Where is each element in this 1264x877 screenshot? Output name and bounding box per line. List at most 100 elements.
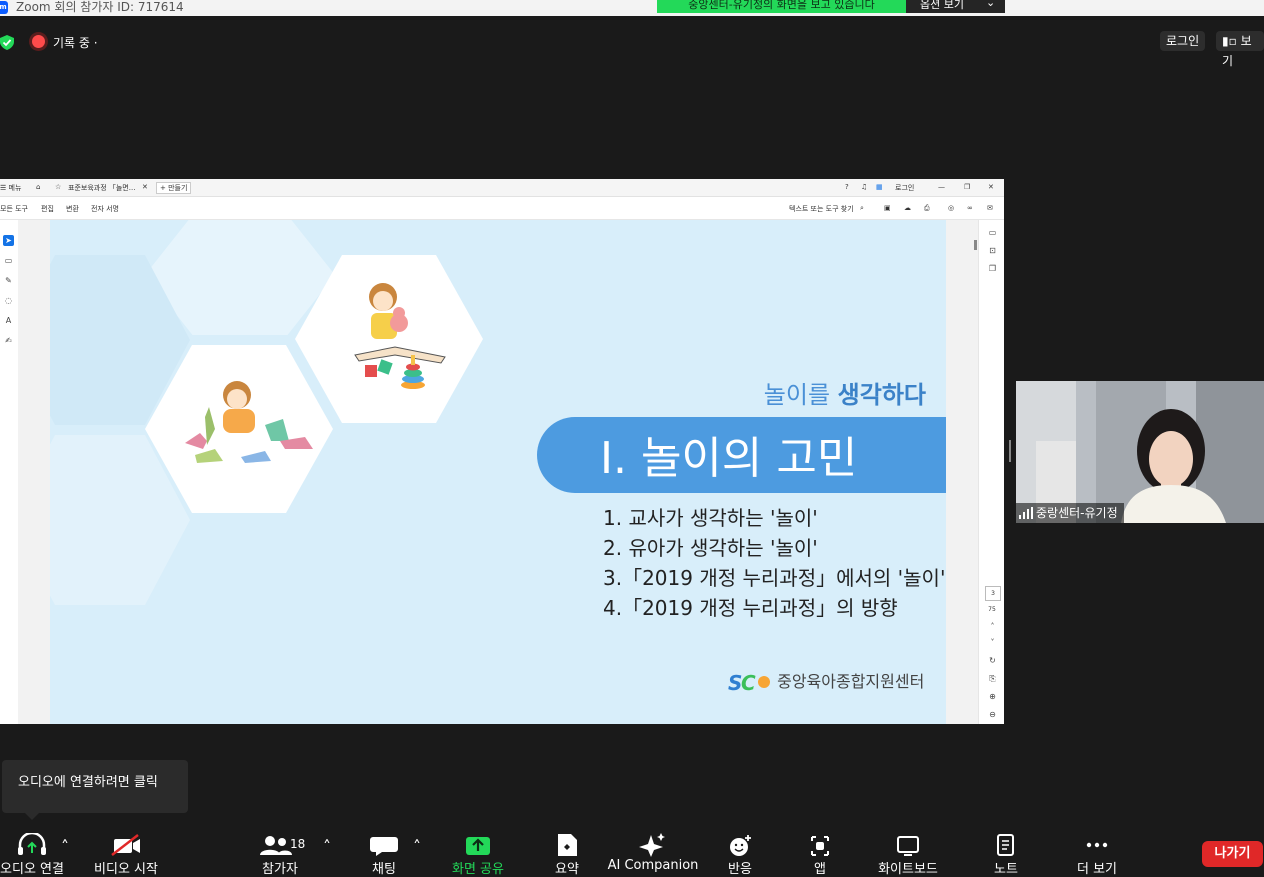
home-icon[interactable]: ⌂ [36, 183, 40, 191]
fit-page-icon[interactable]: ⎘ [987, 674, 998, 684]
share-screen-icon [466, 837, 490, 855]
cloud-upload-icon[interactable]: ☁ [904, 204, 911, 212]
viewer-scrollbar[interactable] [946, 220, 978, 724]
view-options-label: 옵션 보기 [920, 0, 964, 11]
bookmark-panel-icon[interactable]: ⊡ [987, 246, 998, 255]
link-icon[interactable]: ∞ [967, 204, 973, 212]
participants-icon [260, 836, 292, 855]
participants-options-caret[interactable]: ˄ [323, 837, 331, 856]
more-label: 더 보기 [1076, 862, 1117, 877]
chevron-down-icon: ⌄ [986, 0, 996, 9]
recording-label[interactable]: 기록 중 · [53, 34, 98, 51]
participant-video [1016, 381, 1264, 523]
zoom-out-icon[interactable]: ⊖ [987, 710, 998, 719]
svg-text:C: C [741, 672, 756, 694]
apps-icon [811, 836, 829, 856]
viewer-left-toolbar: ➤ ▭ ✎ ◌ A ✍ [0, 220, 19, 724]
agenda-item: 2. 유아가 생각하는 '놀이' [603, 536, 818, 560]
viewer-menu-button[interactable]: ☰ 메뉴 [0, 183, 21, 193]
zoom-in-icon[interactable]: ⊕ [987, 692, 998, 701]
ai-assistant-icon[interactable]: ◎ [948, 204, 954, 212]
viewer-login-button[interactable]: 로그인 [895, 183, 914, 193]
window-title-bar: zm Zoom 회의 참가자 ID: 717614 [0, 0, 1264, 16]
comment-tool-icon[interactable]: ▭ [3, 255, 14, 266]
chat-options-caret[interactable]: ˄ [413, 837, 421, 856]
agenda-item: 4.「2019 개정 누리과정」의 방향 [603, 596, 898, 620]
org-logo: S C 중앙육아종합지원센터 [728, 668, 925, 695]
participant-count: 18 [290, 837, 306, 851]
help-icon[interactable]: ? [845, 183, 849, 191]
participant-name-label: 중랑센터-유기정 [1016, 503, 1124, 523]
viewer-right-rail: ▭ ⊡ ❐ 3 75 ˄ ˅ ↻ ⎘ ⊕ ⊖ [978, 220, 1004, 724]
notes-icon [997, 834, 1014, 856]
video-label: 비디오 시작 [94, 862, 158, 877]
viewer-tab-bar: ☰ 메뉴 ⌂ ☆ 표준보육과정 「놀면... ✕ + 만들기 ? ♫ ▦ 로그인… [0, 179, 1004, 197]
participant-name: 중랑센터-유기정 [1036, 506, 1118, 520]
close-window-icon[interactable]: ✕ [988, 183, 994, 191]
zoom-logo-icon: zm [0, 1, 8, 14]
bell-icon[interactable]: ♫ [861, 183, 867, 191]
page-up-icon[interactable]: ˄ [987, 622, 998, 631]
menu-all-tools[interactable]: 모든 도구 [0, 204, 28, 214]
sign-tool-icon[interactable]: ✍ [3, 335, 14, 346]
find-tool-search[interactable]: 텍스트 또는 도구 찾기 [789, 204, 854, 214]
screen-share-banner: 중앙센터-유기정의 화면을 보고 있습니다 옵션 보기 ⌄ [657, 0, 1005, 13]
whiteboard-icon [897, 836, 919, 856]
audio-tooltip: 오디오에 연결하려면 클릭 [2, 760, 188, 820]
apps-grid-icon[interactable]: ▦ [876, 183, 883, 191]
mail-icon[interactable]: ✉ [987, 204, 993, 212]
share-banner-message: 중앙센터-유기정의 화면을 보고 있습니다 [657, 0, 906, 13]
page-number-box[interactable]: 3 [985, 586, 1001, 601]
view-options-button[interactable]: 옵션 보기 ⌄ [906, 0, 1005, 13]
close-tab-icon[interactable]: ✕ [142, 183, 148, 191]
window-title: Zoom 회의 참가자 ID: 717614 [16, 0, 184, 14]
org-logo-text: 중앙육아종합지원센터 [777, 672, 925, 691]
meeting-toolbar: 오디오 연결 ˄ 비디오 시작 18 참가자 ˄ 채팅 ˄ 화면 공유 요약 A… [0, 823, 1264, 877]
video-button[interactable]: 비디오 시작 [76, 823, 176, 877]
viewer-gutter [18, 220, 50, 724]
text-tool-icon[interactable]: A [3, 315, 14, 326]
participant-video-tile[interactable]: 중랑센터-유기정 [1016, 381, 1264, 523]
refresh-icon[interactable]: ↻ [987, 656, 998, 665]
view-button[interactable]: ▮▫ 보기 [1216, 31, 1264, 68]
restore-icon[interactable]: ❐ [964, 183, 970, 191]
minimize-icon[interactable]: — [938, 183, 945, 191]
agenda-item: 3.「2019 개정 누리과정」에서의 '놀이' [603, 566, 946, 590]
agenda-list: 1. 교사가 생각하는 '놀이' 2. 유아가 생각하는 '놀이' 3.「201… [603, 503, 945, 623]
select-tool-icon[interactable]: ➤ [3, 235, 14, 246]
encryption-shield-icon[interactable] [0, 35, 14, 50]
agenda-item: 1. 교사가 생각하는 '놀이' [603, 506, 818, 530]
recording-icon[interactable] [32, 35, 45, 48]
star-icon[interactable]: ☆ [55, 183, 61, 191]
document-tab[interactable]: 표준보육과정 「놀면... [68, 183, 135, 193]
org-logo-icon: S C [728, 671, 770, 695]
viewer-menu-bar: 모든 도구 편집 변환 전자 서명 텍스트 또는 도구 찾기 ⌕ ▣ ☁ ⎙ ◎… [0, 197, 1004, 220]
video-off-icon [111, 834, 140, 856]
menu-convert[interactable]: 변환 [66, 204, 79, 214]
view-grid-icon: ▮▫ [1222, 34, 1237, 48]
new-tab-button[interactable]: + 만들기 [156, 182, 192, 194]
print-icon[interactable]: ⎙ [924, 204, 930, 213]
signal-strength-icon [1019, 507, 1033, 519]
chapter-title: Ⅰ. 놀이의 고민 [600, 433, 858, 484]
leave-meeting-button[interactable]: 나가기 [1202, 841, 1263, 867]
login-button[interactable]: 로그인 [1160, 31, 1206, 51]
save-icon[interactable]: ▣ [884, 204, 891, 212]
menu-edit[interactable]: 편집 [41, 204, 54, 214]
pages-panel-icon[interactable]: ❐ [987, 264, 998, 273]
slide-subtitle: 놀이를 생각하다 [764, 375, 926, 410]
pen-tool-icon[interactable]: ✎ [3, 275, 14, 286]
slide-subtitle-plain: 놀이를 [763, 381, 838, 409]
headphone-icon [18, 833, 46, 855]
menu-esign[interactable]: 전자 서명 [91, 204, 119, 214]
panel-resize-handle[interactable] [1009, 440, 1011, 462]
comment-panel-icon[interactable]: ▭ [987, 228, 998, 237]
scrollbar-thumb[interactable] [974, 240, 977, 250]
more-button[interactable]: 더 보기 [1047, 823, 1147, 877]
search-icon[interactable]: ⌕ [860, 204, 864, 213]
slide-subtitle-bold: 생각하다 [837, 381, 926, 409]
presentation-slide: 놀이를 생각하다 Ⅰ. 놀이의 고민 1. 교사가 생각하는 '놀이' 2. 유… [50, 220, 946, 724]
page-down-icon[interactable]: ˅ [987, 638, 998, 647]
audio-options-caret[interactable]: ˄ [61, 837, 69, 856]
lasso-tool-icon[interactable]: ◌ [3, 295, 14, 306]
